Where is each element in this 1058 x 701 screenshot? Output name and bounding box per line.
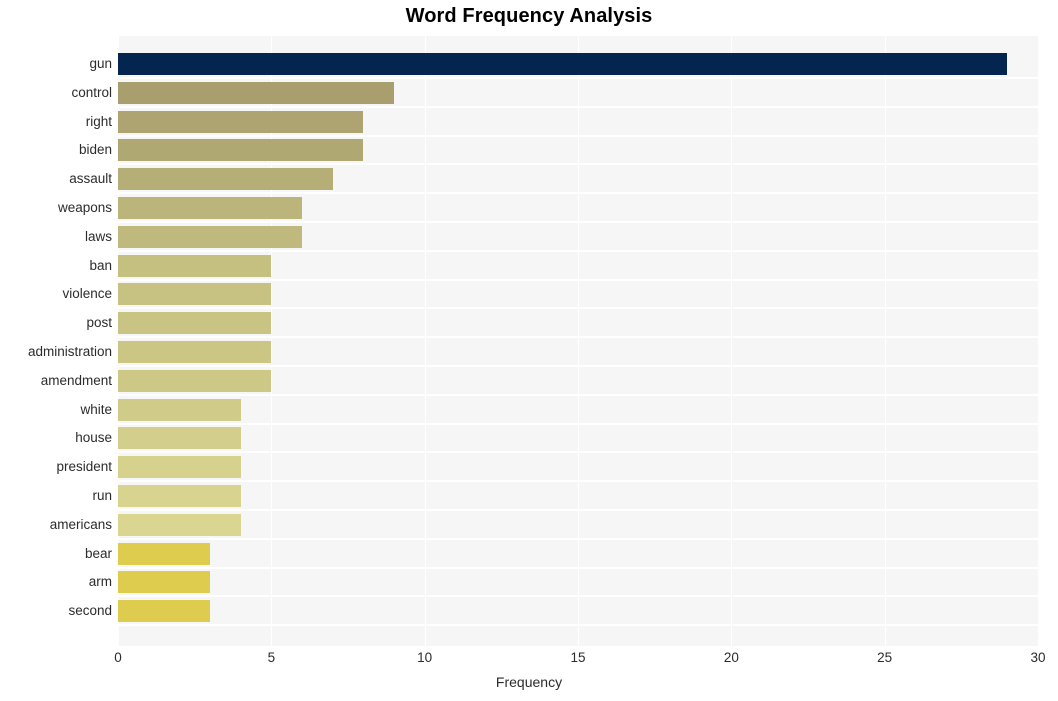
chart-title: Word Frequency Analysis — [405, 5, 653, 27]
y-label-gun: gun — [89, 56, 112, 71]
y-axis-category-labels: gun control right biden assault weapons laws ba… — [0, 36, 112, 646]
y-label-assault: assault — [69, 171, 112, 187]
bar-gun[interactable] — [118, 53, 1008, 75]
y-label-americans: americans — [49, 516, 112, 532]
x-tick-20: 20 — [723, 650, 739, 665]
bar-separator — [118, 249, 1038, 252]
bar-administration[interactable] — [118, 341, 272, 363]
y-label-weapons: weapons — [57, 200, 112, 215]
y-label-right: right — [85, 113, 112, 129]
bar-weapons[interactable] — [118, 197, 302, 219]
y-label-biden: biden — [78, 142, 112, 158]
bar-bear[interactable] — [118, 542, 210, 565]
bar-amendment[interactable] — [118, 369, 272, 392]
y-label-house: house — [75, 430, 112, 446]
bar-right[interactable] — [118, 110, 364, 133]
bar-separator — [118, 566, 1038, 569]
bar-separator — [118, 393, 1038, 396]
x-axis-title: Frequency — [495, 674, 563, 690]
bar-separator — [118, 624, 1038, 627]
x-tick-15: 15 — [570, 650, 586, 665]
bar-violence[interactable] — [118, 283, 272, 306]
y-label-control: control — [71, 84, 112, 100]
y-label-bear: bear — [84, 545, 112, 561]
bar-arm[interactable] — [118, 571, 210, 594]
y-label-post: post — [86, 315, 112, 331]
y-label-ban: ban — [89, 257, 112, 273]
bar-house[interactable] — [118, 427, 241, 450]
y-label-administration: administration — [27, 344, 112, 359]
y-label-violence: violence — [62, 286, 112, 302]
bar-separator — [118, 192, 1038, 195]
bar-control[interactable] — [118, 81, 394, 104]
x-axis-tick-labels: 0 5 10 15 20 25 30 — [0, 650, 1058, 670]
x-tick-30: 30 — [1030, 650, 1046, 665]
bar-assault[interactable] — [118, 168, 333, 191]
bar-ban[interactable] — [118, 254, 272, 277]
bar-run[interactable] — [118, 485, 241, 507]
x-tick-10: 10 — [417, 650, 433, 665]
y-label-white: white — [80, 401, 112, 417]
word-frequency-chart: Word Frequency Analysis gun control right b… — [0, 0, 1058, 701]
bar-separator — [118, 221, 1038, 223]
bar-americans[interactable] — [118, 513, 241, 536]
bar-separator — [118, 422, 1038, 425]
bar-separator — [118, 77, 1038, 79]
bars-layer — [118, 36, 1038, 646]
x-tick-5: 5 — [267, 650, 276, 665]
bar-separator — [118, 336, 1038, 339]
bar-separator — [118, 451, 1038, 454]
bar-laws[interactable] — [118, 225, 302, 248]
bar-post[interactable] — [118, 312, 272, 335]
plot-area — [118, 36, 1038, 646]
bar-separator — [118, 105, 1038, 108]
bar-separator — [118, 163, 1038, 166]
bar-separator — [118, 537, 1038, 540]
x-tick-0: 0 — [114, 650, 122, 665]
bar-separator — [118, 595, 1038, 598]
bar-separator — [118, 278, 1038, 281]
y-label-president: president — [56, 459, 112, 475]
bar-separator — [118, 509, 1038, 511]
bar-president[interactable] — [118, 456, 241, 479]
bar-separator — [118, 307, 1038, 310]
y-label-arm: arm — [88, 574, 112, 590]
y-label-second: second — [68, 603, 112, 619]
bar-white[interactable] — [118, 398, 241, 421]
bar-separator — [118, 480, 1038, 483]
y-label-laws: laws — [84, 228, 112, 244]
bar-biden[interactable] — [118, 139, 364, 162]
x-tick-25: 25 — [877, 650, 893, 665]
bar-separator — [118, 134, 1038, 137]
y-label-run: run — [92, 488, 112, 503]
bar-separator — [118, 365, 1038, 367]
bar-second[interactable] — [118, 600, 210, 623]
y-label-amendment: amendment — [40, 372, 112, 388]
